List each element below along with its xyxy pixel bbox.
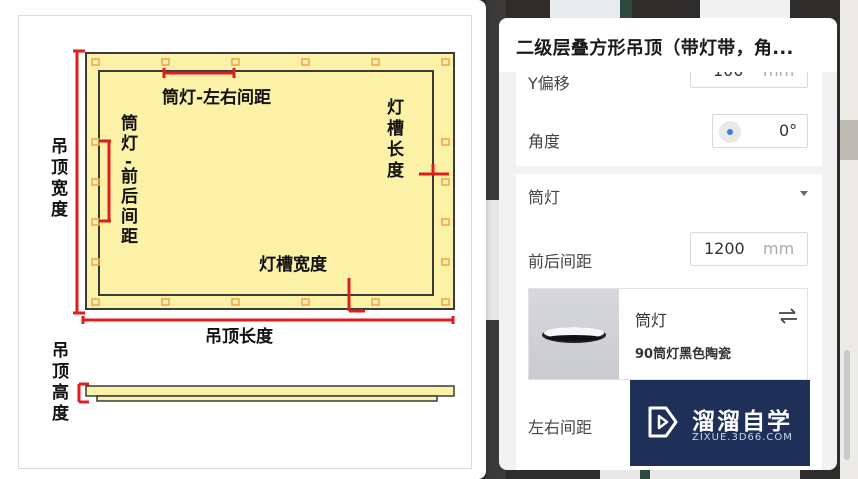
play-logo-icon	[648, 406, 678, 438]
svg-text:距: 距	[121, 227, 138, 247]
transform-section: Y偏移 100 mm 角度 0°	[516, 58, 822, 166]
svg-text:吊: 吊	[52, 341, 69, 361]
watermark: 溜溜自学 ZIXUE.3D66.COM	[630, 380, 810, 466]
product-subtitle: 90筒灯黑色陶瓷	[635, 347, 732, 362]
downlight-product-card[interactable]: 筒灯 90筒灯黑色陶瓷	[528, 288, 808, 380]
svg-text:后: 后	[121, 187, 138, 207]
left-right-spacing-label: 左右间距	[528, 418, 593, 437]
label-ceiling-length: 吊顶长度	[205, 326, 274, 347]
svg-text:槽: 槽	[387, 118, 404, 139]
swap-icon[interactable]	[777, 307, 799, 325]
label-downlight-lr: 筒灯-左右间距	[162, 87, 271, 108]
svg-text:顶: 顶	[52, 362, 69, 382]
svg-text:吊: 吊	[51, 137, 68, 157]
y-offset-label: Y偏移	[528, 74, 570, 93]
svg-text:筒: 筒	[121, 113, 138, 134]
watermark-url: ZIXUE.3D66.COM	[692, 432, 793, 443]
ceiling-side-lower	[96, 395, 438, 402]
panel-title: 二级层叠方形吊顶（带灯带，角...	[516, 38, 794, 59]
svg-text:间: 间	[121, 206, 138, 227]
label-downlight-fb: 筒 灯 - 前 后 间 距	[121, 113, 138, 247]
svg-text:宽: 宽	[51, 178, 68, 199]
downlight-thumbnail	[529, 289, 619, 379]
chevron-down-icon[interactable]	[800, 191, 808, 196]
svg-text:前: 前	[121, 166, 138, 187]
label-ceiling-width: 吊 顶 宽 度	[51, 137, 69, 220]
ceiling-diagram-card: 筒灯-左右间距 筒 灯 - 前 后 间 距 灯 槽 长 度 吊 顶 宽 度 灯槽…	[0, 0, 486, 479]
front-back-spacing-input[interactable]: 1200 mm	[690, 232, 808, 266]
svg-text:长: 长	[387, 139, 405, 160]
ceiling-diagram-svg: 筒灯-左右间距 筒 灯 - 前 后 间 距 灯 槽 长 度 吊 顶 宽 度 灯槽…	[51, 49, 455, 424]
svg-text:度: 度	[52, 403, 70, 424]
product-name: 筒灯	[635, 311, 668, 330]
label-groove-width: 灯槽宽度	[259, 254, 328, 275]
ceiling-diagram: 筒灯-左右间距 筒 灯 - 前 后 间 距 灯 槽 长 度 吊 顶 宽 度 灯槽…	[18, 15, 472, 469]
angle-label: 角度	[528, 132, 561, 151]
svg-text:高: 高	[52, 382, 69, 403]
angle-dial-icon[interactable]	[719, 121, 741, 143]
svg-text:顶: 顶	[51, 158, 68, 178]
downlight-section-title[interactable]: 筒灯	[528, 184, 560, 208]
panel-scrollbar[interactable]	[844, 350, 850, 460]
label-groove-length: 灯 槽 长 度	[387, 98, 405, 181]
panel-header: 二级层叠方形吊顶（带灯带，角...	[499, 18, 837, 72]
label-ceiling-height: 吊 顶 高 度	[52, 341, 70, 424]
svg-text:度: 度	[387, 160, 405, 181]
watermark-brand: 溜溜自学	[692, 409, 792, 435]
downlight-image	[542, 327, 606, 343]
ceiling-side-view	[85, 385, 455, 397]
front-back-spacing-label: 前后间距	[528, 252, 593, 271]
angle-input[interactable]: 0°	[712, 114, 808, 148]
front-back-spacing-unit: mm	[763, 239, 795, 258]
front-back-spacing-value: 1200	[704, 239, 745, 258]
svg-text:灯: 灯	[387, 98, 404, 118]
svg-text:灯: 灯	[121, 134, 138, 154]
angle-value: 0°	[779, 121, 798, 140]
svg-text:度: 度	[51, 199, 69, 220]
